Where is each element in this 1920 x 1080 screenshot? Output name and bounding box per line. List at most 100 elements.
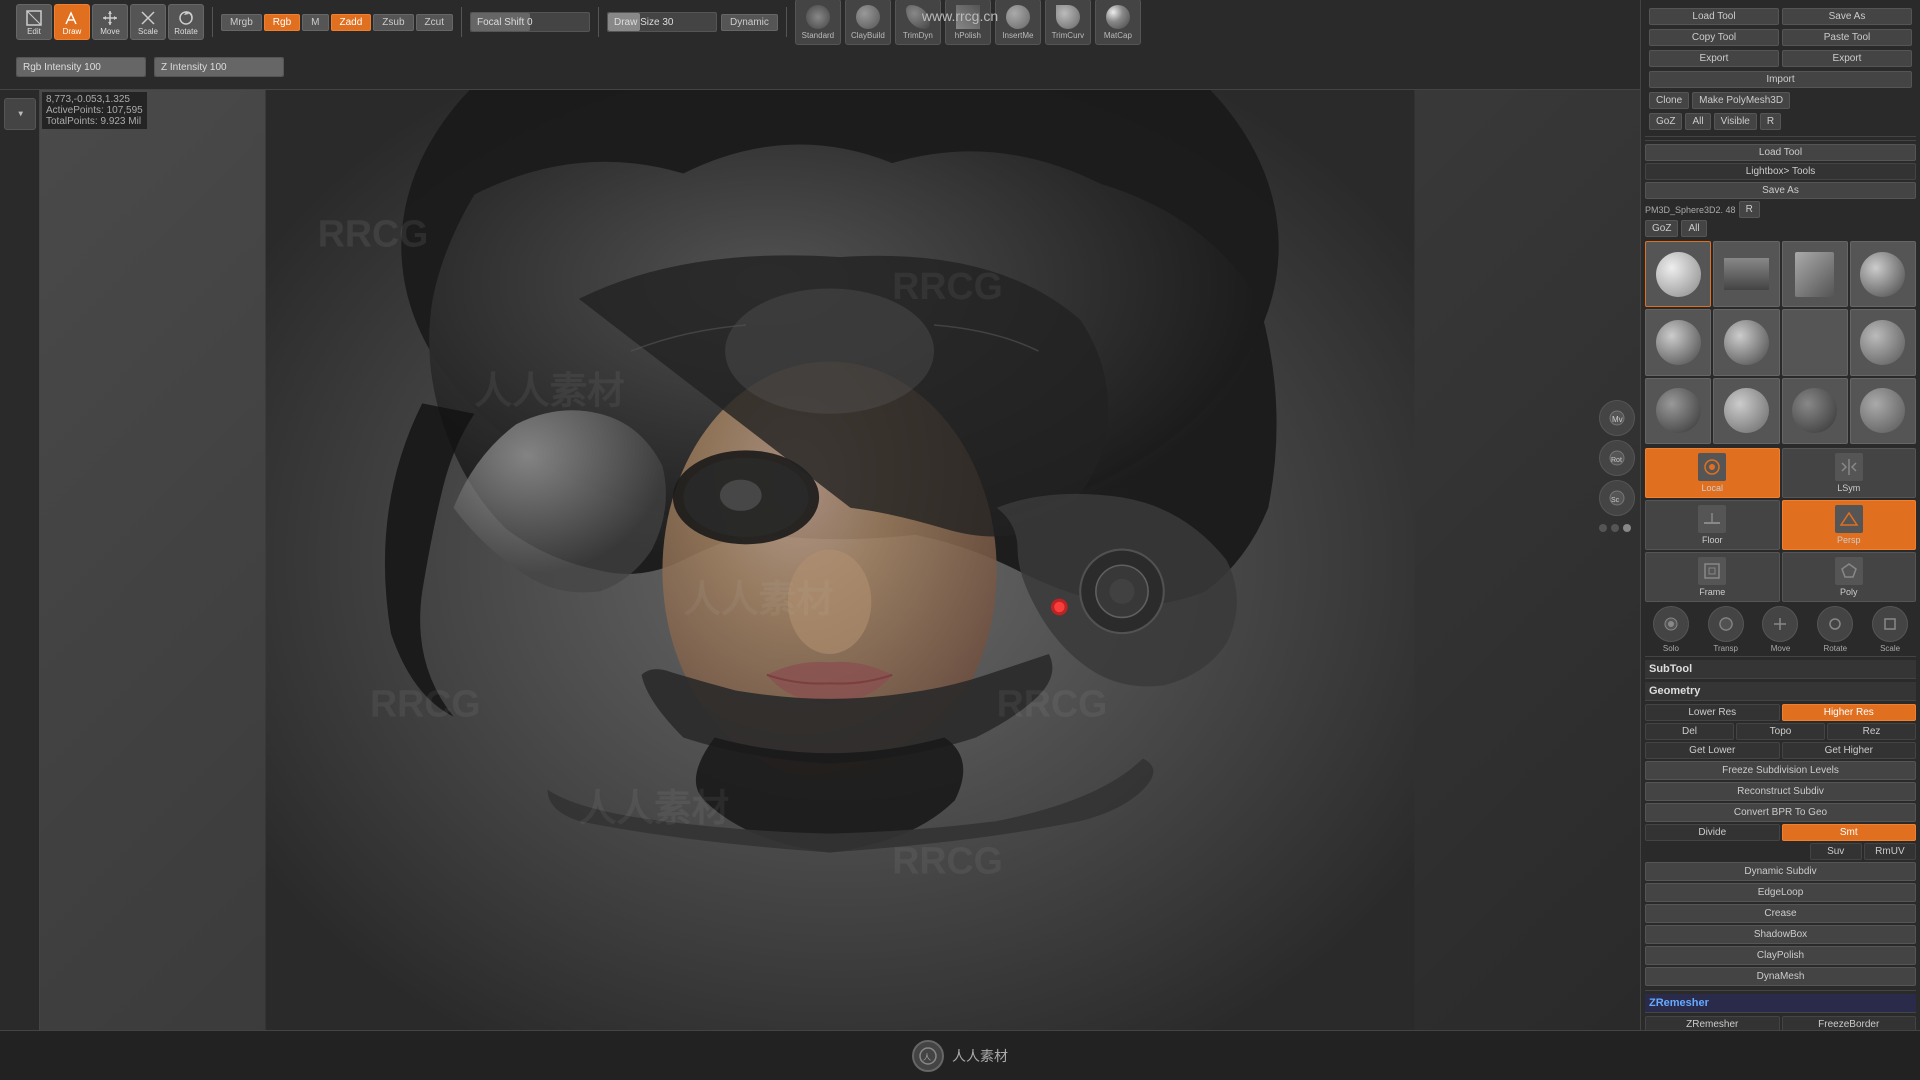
- all-btn[interactable]: All: [1685, 113, 1710, 130]
- subtool-thumb-2[interactable]: [1782, 241, 1848, 307]
- scale-nav-btn[interactable]: [1872, 606, 1908, 642]
- floor-view-btn[interactable]: Floor: [1645, 500, 1780, 550]
- subtool-thumb-7[interactable]: [1850, 309, 1916, 375]
- claypolish-btn[interactable]: ClayPolish: [1645, 946, 1916, 965]
- frame-label: Frame: [1699, 587, 1725, 597]
- scale-button[interactable]: Scale: [130, 4, 166, 40]
- load-tool-btn2[interactable]: Load Tool: [1645, 144, 1916, 161]
- frame-view-btn[interactable]: Frame: [1645, 552, 1780, 602]
- divide-btn[interactable]: Divide: [1645, 824, 1780, 841]
- move-button[interactable]: Move: [92, 4, 128, 40]
- all-btn2[interactable]: All: [1681, 220, 1706, 237]
- svg-text:Rot: Rot: [1611, 457, 1622, 464]
- zsub-button[interactable]: Zsub: [373, 14, 413, 31]
- rotate-button[interactable]: Rotate: [168, 4, 204, 40]
- paste-tool-btn[interactable]: Paste Tool: [1782, 29, 1912, 46]
- toolbar-row1: Edit Draw Move Scale Rotate: [8, 0, 1912, 45]
- visible-btn[interactable]: Visible: [1714, 113, 1757, 130]
- viewport-nav-move[interactable]: Mv: [1599, 400, 1635, 436]
- trimcurv-brush[interactable]: TrimCurv: [1045, 0, 1091, 45]
- topo-btn[interactable]: Topo: [1736, 723, 1825, 740]
- reconstruct-subdiv-btn[interactable]: Reconstruct Subdiv: [1645, 782, 1916, 801]
- goz-btn[interactable]: GoZ: [1649, 113, 1682, 130]
- rgb-intensity-slider[interactable]: Rgb Intensity 100: [16, 57, 146, 77]
- lightbox-btn[interactable]: Lightbox> Tools: [1645, 163, 1916, 180]
- coords: 8,773,-0.053,1.325: [46, 94, 143, 105]
- dynamesh-btn[interactable]: DynaMesh: [1645, 967, 1916, 986]
- lower-res-btn[interactable]: Lower Res: [1645, 704, 1780, 721]
- save-as-btn2[interactable]: Save As: [1645, 182, 1916, 199]
- draw-button[interactable]: Draw: [54, 4, 90, 40]
- solo-btn[interactable]: [1653, 606, 1689, 642]
- subtool-thumb-4[interactable]: [1645, 309, 1711, 375]
- rgb-button[interactable]: Rgb: [264, 14, 300, 31]
- claybuild-brush[interactable]: ClayBuild: [845, 0, 891, 45]
- edit-button[interactable]: Edit: [16, 4, 52, 40]
- save-as-btn-top[interactable]: Save As: [1782, 8, 1912, 25]
- viewport-image: RRCG 人人素材 RRCG 人人素材 RRCG RRCG 人人素材 RRCG: [40, 90, 1640, 1030]
- dynamic-subdiv-btn[interactable]: Dynamic Subdiv: [1645, 862, 1916, 881]
- del-btn[interactable]: Del: [1645, 723, 1734, 740]
- lsym-view-btn[interactable]: LSym: [1782, 448, 1917, 498]
- transp-btn[interactable]: [1708, 606, 1744, 642]
- standard-brush[interactable]: Standard: [795, 0, 841, 45]
- subtool-thumb-8[interactable]: [1645, 378, 1711, 444]
- m-button[interactable]: M: [302, 14, 328, 31]
- make-polymesh-btn[interactable]: Make PolyMesh3D: [1692, 92, 1790, 109]
- smt-btn[interactable]: Smt: [1782, 824, 1917, 841]
- trimdyn-brush[interactable]: TrimDyn: [895, 0, 941, 45]
- clone-btn[interactable]: Clone: [1649, 92, 1689, 109]
- subtool-thumb-5[interactable]: [1713, 309, 1779, 375]
- higher-res-btn[interactable]: Higher Res: [1782, 704, 1917, 721]
- subtool-thumb-9[interactable]: [1713, 378, 1779, 444]
- focal-shift-slider[interactable]: Focal Shift 0: [470, 12, 590, 32]
- subtool-thumb-1[interactable]: [1713, 241, 1779, 307]
- draw-size-slider[interactable]: Draw Size 30: [607, 12, 717, 32]
- hpolish-brush[interactable]: hPolish: [945, 0, 991, 45]
- scale-container: Scale: [1864, 606, 1916, 653]
- export-btn2-top[interactable]: Export: [1782, 50, 1912, 67]
- matcap-brush[interactable]: MatCap: [1095, 0, 1141, 45]
- subtool-thumb-11[interactable]: [1850, 378, 1916, 444]
- mrgb-button[interactable]: Mrgb: [221, 14, 262, 31]
- goz-row: GoZ All Visible R: [1649, 113, 1912, 130]
- import-btn[interactable]: Import: [1649, 71, 1912, 88]
- dynamic-button[interactable]: Dynamic: [721, 14, 778, 31]
- zcut-button[interactable]: Zcut: [416, 14, 453, 31]
- insertme-brush[interactable]: InsertMe: [995, 0, 1041, 45]
- rotate-container: Rotate: [1809, 606, 1861, 653]
- left-btn-1[interactable]: ◄: [4, 98, 36, 130]
- load-tool-btn[interactable]: Load Tool: [1649, 8, 1779, 25]
- z-intensity-slider[interactable]: Z Intensity 100: [154, 57, 284, 77]
- save-as-row2: Save As: [1645, 182, 1916, 199]
- goz-btn2[interactable]: GoZ: [1645, 220, 1678, 237]
- subtool-thumb-10[interactable]: [1782, 378, 1848, 444]
- convert-bpr-btn[interactable]: Convert BPR To Geo: [1645, 803, 1916, 822]
- r-btn2[interactable]: R: [1739, 201, 1760, 218]
- rotate-nav-btn[interactable]: [1817, 606, 1853, 642]
- subtool-thumb-0[interactable]: [1645, 241, 1711, 307]
- copy-tool-btn[interactable]: Copy Tool: [1649, 29, 1779, 46]
- rmuv-btn[interactable]: RmUV: [1864, 843, 1916, 860]
- crease-btn[interactable]: Crease: [1645, 904, 1916, 923]
- subtool-header: SubTool: [1645, 660, 1916, 679]
- get-lower-btn[interactable]: Get Lower: [1645, 742, 1780, 759]
- export-btn-top[interactable]: Export: [1649, 50, 1779, 67]
- persp-view-btn[interactable]: Persp: [1782, 500, 1917, 550]
- poly-view-btn[interactable]: Poly: [1782, 552, 1917, 602]
- viewport-nav-scale[interactable]: Sc: [1599, 480, 1635, 516]
- viewport-nav-rotate[interactable]: Rot: [1599, 440, 1635, 476]
- get-higher-btn[interactable]: Get Higher: [1782, 742, 1917, 759]
- rez-btn[interactable]: Rez: [1827, 723, 1916, 740]
- suv-btn[interactable]: Suv: [1810, 843, 1862, 860]
- viewport[interactable]: RRCG 人人素材 RRCG 人人素材 RRCG RRCG 人人素材 RRCG: [40, 90, 1640, 1030]
- subtool-thumb-3[interactable]: [1850, 241, 1916, 307]
- move-nav-btn[interactable]: [1762, 606, 1798, 642]
- r-btn[interactable]: R: [1760, 113, 1781, 130]
- local-view-btn[interactable]: Local: [1645, 448, 1780, 498]
- shadowbox-btn[interactable]: ShadowBox: [1645, 925, 1916, 944]
- edgeloop-btn[interactable]: EdgeLoop: [1645, 883, 1916, 902]
- subtool-thumb-6[interactable]: [1782, 309, 1848, 375]
- freeze-subdiv-btn[interactable]: Freeze Subdivision Levels: [1645, 761, 1916, 780]
- zadd-button[interactable]: Zadd: [331, 14, 372, 31]
